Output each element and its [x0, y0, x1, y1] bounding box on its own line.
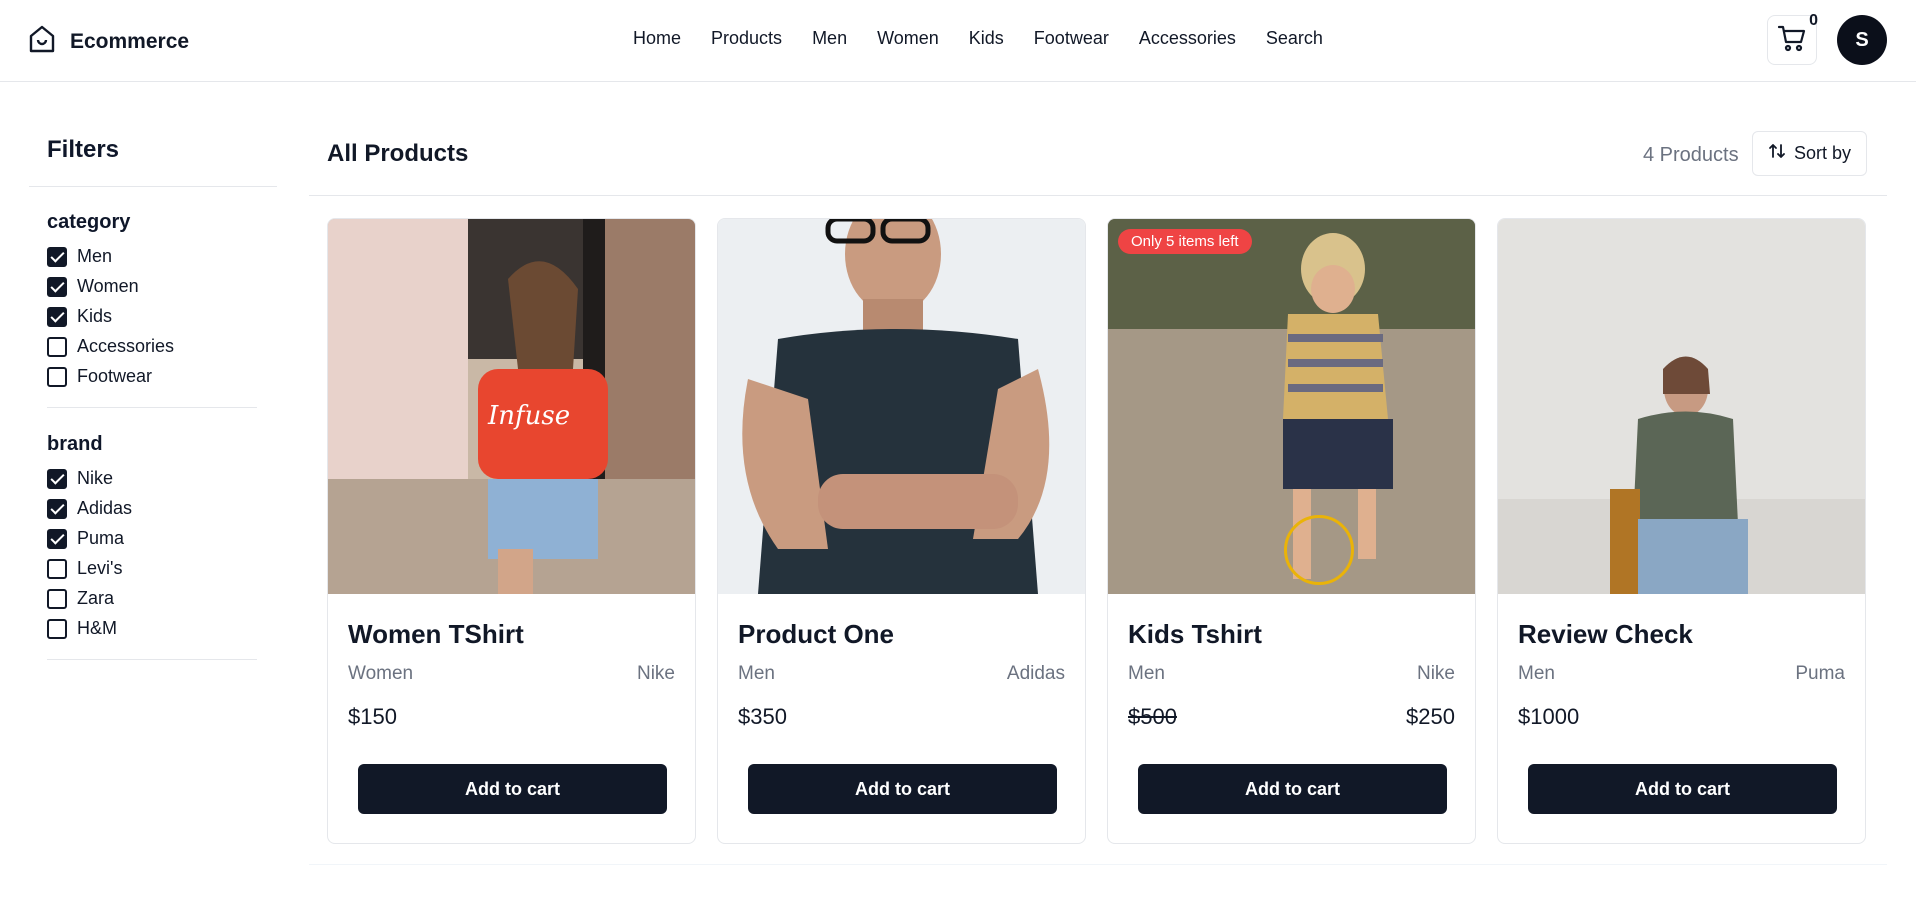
divider — [47, 659, 257, 660]
filter-brand-adidas[interactable]: Adidas — [47, 498, 132, 519]
product-price: $1000 — [1518, 704, 1580, 729]
product-count: 4 Products — [1643, 144, 1739, 166]
nav-women[interactable]: Women — [877, 28, 939, 49]
brand-logo-link[interactable]: Ecommerce — [28, 24, 189, 59]
nav-kids[interactable]: Kids — [969, 28, 1004, 49]
checkbox[interactable] — [47, 498, 67, 519]
filter-brand-nike[interactable]: Nike — [47, 468, 113, 489]
cart-count-badge: 0 — [1809, 12, 1818, 29]
stock-badge: Only 5 items left — [1118, 229, 1252, 254]
checkbox[interactable] — [47, 366, 67, 387]
checkbox[interactable] — [47, 558, 67, 579]
filter-category-men[interactable]: Men — [47, 246, 112, 267]
main-nav: Home Products Men Women Kids Footwear Ac… — [633, 28, 1323, 49]
checkbox[interactable] — [47, 336, 67, 357]
checkbox[interactable] — [47, 468, 67, 489]
divider — [309, 864, 1887, 865]
filter-brand-puma[interactable]: Puma — [47, 528, 124, 549]
cursor-highlight — [1284, 515, 1354, 585]
product-card[interactable]: Infuse Women TShirt Women Nike $150 Add … — [327, 218, 696, 844]
filters-title: Filters — [47, 136, 120, 163]
product-price: $350 — [738, 704, 787, 729]
product-name: Product One — [738, 619, 895, 649]
product-category: Men — [1518, 663, 1555, 684]
filter-category-footwear[interactable]: Footwear — [47, 366, 152, 387]
nav-footwear[interactable]: Footwear — [1034, 28, 1109, 49]
product-brand: Puma — [1795, 663, 1845, 684]
nav-men[interactable]: Men — [812, 28, 847, 49]
filter-brand-levis[interactable]: Levi's — [47, 558, 122, 579]
nav-products[interactable]: Products — [711, 28, 782, 49]
product-card[interactable]: Review Check Men Puma $1000 Add to cart — [1497, 218, 1866, 844]
checkbox[interactable] — [47, 246, 67, 267]
product-category: Men — [738, 663, 775, 684]
cart-button[interactable]: 0 — [1767, 12, 1818, 65]
product-name: Kids Tshirt — [1128, 619, 1262, 649]
divider — [47, 407, 257, 408]
page-title: All Products — [327, 140, 469, 167]
add-to-cart-button[interactable]: Add to cart — [358, 764, 667, 814]
nav-search[interactable]: Search — [1266, 28, 1323, 49]
product-image[interactable] — [1498, 219, 1865, 594]
checkbox[interactable] — [47, 528, 67, 549]
product-brand: Nike — [1416, 663, 1455, 684]
filter-category-kids[interactable]: Kids — [47, 306, 112, 327]
filter-brand-zara[interactable]: Zara — [47, 588, 114, 609]
product-card[interactable]: Product One Men Adidas $350 Add to cart — [717, 218, 1086, 844]
svg-text:Infuse: Infuse — [487, 401, 570, 431]
sort-arrows-icon — [1768, 142, 1786, 165]
checkbox[interactable] — [47, 306, 67, 327]
product-category: Women — [348, 663, 414, 684]
add-to-cart-button[interactable]: Add to cart — [1528, 764, 1837, 814]
product-image[interactable]: Infuse — [328, 219, 695, 594]
nav-home[interactable]: Home — [633, 28, 681, 49]
filter-brand-hm[interactable]: H&M — [47, 618, 117, 639]
product-category: Men — [1128, 663, 1165, 684]
divider — [29, 186, 277, 187]
sort-by-label: Sort by — [1793, 143, 1852, 163]
user-avatar-button[interactable]: S — [1837, 15, 1887, 65]
brand-filter-title: brand — [47, 433, 103, 455]
divider — [309, 195, 1887, 196]
add-to-cart-button[interactable]: Add to cart — [1138, 764, 1447, 814]
filter-category-accessories[interactable]: Accessories — [47, 336, 174, 357]
brand-name: Ecommerce — [70, 29, 190, 53]
checkbox[interactable] — [47, 276, 67, 297]
product-price: $150 — [348, 704, 397, 729]
sort-by-button[interactable]: Sort by — [1752, 131, 1867, 176]
category-filter-title: category — [47, 211, 131, 233]
product-original-price: $500 — [1128, 704, 1177, 729]
product-brand: Adidas — [1006, 663, 1065, 684]
add-to-cart-button[interactable]: Add to cart — [748, 764, 1057, 814]
product-sale-price: $250 — [1406, 704, 1455, 729]
product-name: Women TShirt — [348, 619, 524, 649]
product-name: Review Check — [1518, 619, 1693, 649]
checkbox[interactable] — [47, 618, 67, 639]
site-header: Ecommerce Home Products Men Women Kids F… — [0, 0, 1916, 82]
shopping-cart-icon — [1777, 23, 1807, 58]
house-icon — [28, 24, 56, 59]
checkbox[interactable] — [47, 588, 67, 609]
filter-category-women[interactable]: Women — [47, 276, 139, 297]
product-brand: Nike — [636, 663, 675, 684]
product-image[interactable] — [718, 219, 1085, 594]
nav-accessories[interactable]: Accessories — [1139, 28, 1236, 49]
